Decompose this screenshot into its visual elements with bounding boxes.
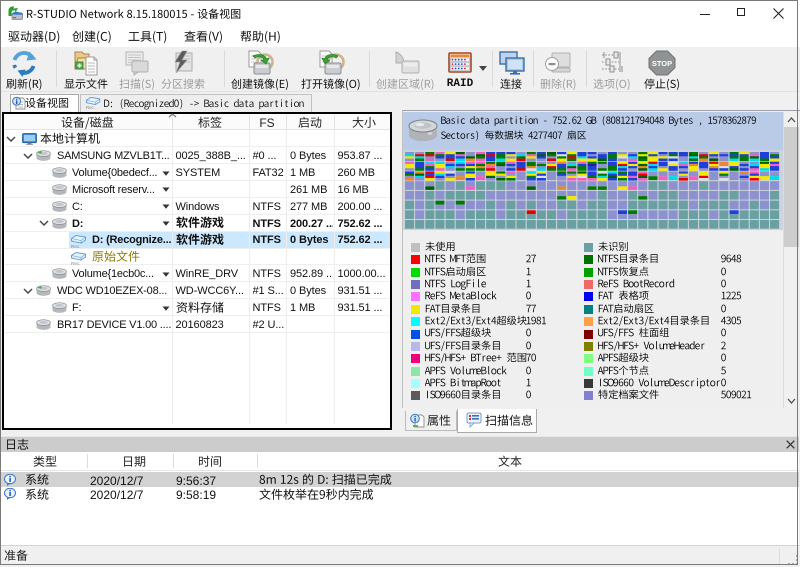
svg-text:Rec.: Rec. <box>86 105 95 109</box>
svg-text:Rec.: Rec. <box>71 244 80 248</box>
svg-text:STOP: STOP <box>652 59 672 68</box>
svg-text:Rec.: Rec. <box>71 261 80 265</box>
